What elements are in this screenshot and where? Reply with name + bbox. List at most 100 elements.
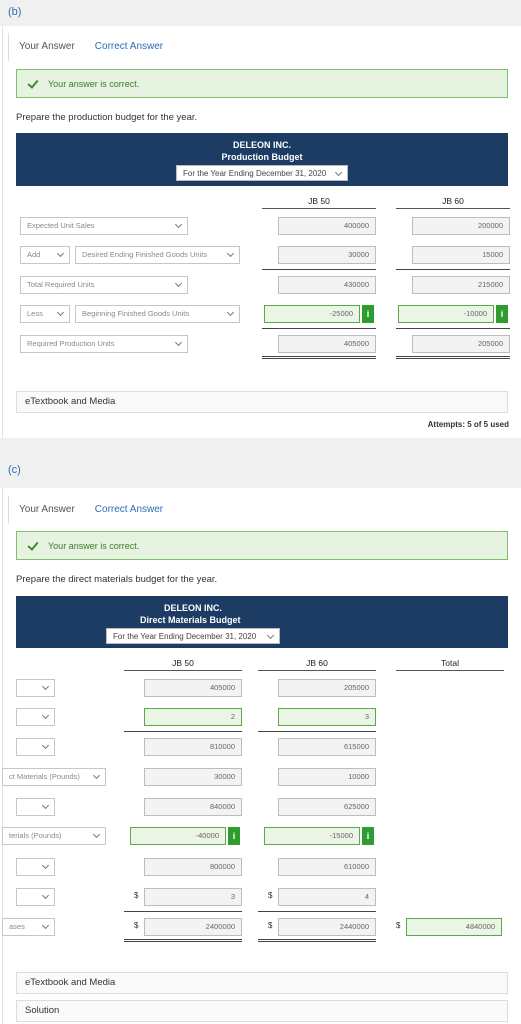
- budget-banner: DELEON INC. Production Budget For the Ye…: [16, 133, 508, 186]
- row-label-select[interactable]: Expected Unit Sales: [20, 217, 188, 235]
- column-header-jb60: JB 60: [258, 658, 376, 671]
- value-input[interactable]: 430000: [278, 276, 376, 294]
- chevron-down-icon: [41, 801, 50, 810]
- row-label-text: Expected Unit Sales: [27, 221, 95, 230]
- correct-status-box: Your answer is correct.: [16, 69, 508, 98]
- row-label-select[interactable]: Desired Ending Finished Goods Units: [75, 246, 240, 264]
- row-label-select[interactable]: [16, 888, 55, 906]
- value-input[interactable]: 800000: [144, 858, 242, 876]
- row-label-select[interactable]: ases: [2, 918, 55, 936]
- dollar-sign: $: [134, 891, 139, 900]
- etextbook-media-link[interactable]: eTextbook and Media: [16, 391, 508, 413]
- info-icon[interactable]: i: [362, 827, 374, 845]
- chevron-down-icon: [41, 921, 50, 930]
- value-input[interactable]: 400000: [278, 217, 376, 235]
- dollar-sign: $: [268, 921, 273, 930]
- correct-status-box: Your answer is correct.: [16, 531, 508, 560]
- value-input[interactable]: 2: [144, 708, 242, 726]
- period-select[interactable]: For the Year Ending December 31, 2020: [106, 628, 280, 644]
- value-input[interactable]: 810000: [144, 738, 242, 756]
- row-label-select[interactable]: Required Production Units: [20, 335, 188, 353]
- chevron-down-icon: [56, 249, 65, 258]
- row-label-select[interactable]: Beginning Finished Goods Units: [75, 305, 240, 323]
- row-label-select[interactable]: [16, 708, 55, 726]
- value-input[interactable]: 4840000: [406, 918, 502, 936]
- chevron-down-icon: [226, 249, 235, 258]
- value-input[interactable]: 2400000: [144, 918, 242, 936]
- row-label-select[interactable]: [16, 738, 55, 756]
- total-rule: [262, 356, 376, 357]
- question-prompt: Prepare the direct materials budget for …: [16, 574, 218, 585]
- budget-title: Direct Materials Budget: [140, 615, 241, 625]
- subtotal-rule: [258, 731, 376, 732]
- row-label-select[interactable]: terials (Pounds): [2, 827, 106, 845]
- value-input[interactable]: 3: [144, 888, 242, 906]
- budget-title: Production Budget: [221, 152, 303, 162]
- total-rule: [258, 939, 376, 940]
- etextbook-media-link[interactable]: eTextbook and Media: [16, 972, 508, 994]
- column-header-jb50: JB 50: [262, 196, 376, 209]
- info-icon[interactable]: i: [496, 305, 508, 323]
- row-label-text: Beginning Finished Goods Units: [82, 309, 190, 318]
- row-label-select[interactable]: [16, 798, 55, 816]
- value-input[interactable]: -40000: [130, 827, 226, 845]
- row-label-text: Desired Ending Finished Goods Units: [82, 250, 208, 259]
- value-input[interactable]: 205000: [278, 679, 376, 697]
- value-input[interactable]: 615000: [278, 738, 376, 756]
- chevron-down-icon: [92, 771, 101, 780]
- budget-banner: DELEON INC. Direct Materials Budget For …: [16, 596, 508, 648]
- row-prefix-select[interactable]: Less: [20, 305, 70, 323]
- value-input[interactable]: -25000: [264, 305, 360, 323]
- row-label-select[interactable]: [16, 679, 55, 697]
- period-select-value: For the Year Ending December 31, 2020: [113, 632, 257, 641]
- row-prefix-select[interactable]: Add: [20, 246, 70, 264]
- chevron-down-icon: [41, 891, 50, 900]
- value-input[interactable]: 405000: [144, 679, 242, 697]
- chevron-down-icon: [174, 220, 183, 229]
- tab-correct-answer[interactable]: Correct Answer: [85, 496, 173, 524]
- value-input[interactable]: 30000: [144, 768, 242, 786]
- row-prefix-text: Add: [27, 250, 41, 259]
- dollar-sign: $: [396, 921, 401, 930]
- total-rule: [262, 358, 376, 359]
- tab-correct-answer[interactable]: Correct Answer: [85, 33, 173, 61]
- part-c-tabs: Your Answer Correct Answer: [8, 496, 173, 524]
- value-input[interactable]: 4: [278, 888, 376, 906]
- value-input[interactable]: 625000: [278, 798, 376, 816]
- value-input[interactable]: 10000: [278, 768, 376, 786]
- period-select[interactable]: For the Year Ending December 31, 2020: [176, 165, 348, 181]
- value-input[interactable]: 215000: [412, 276, 510, 294]
- value-input[interactable]: 200000: [412, 217, 510, 235]
- value-input[interactable]: 205000: [412, 335, 510, 353]
- tab-your-answer[interactable]: Your Answer: [9, 496, 85, 524]
- chevron-down-icon: [41, 741, 50, 750]
- row-label-select[interactable]: ct Materials (Pounds): [2, 768, 106, 786]
- info-icon[interactable]: i: [362, 305, 374, 323]
- row-label-select[interactable]: Total Required Units: [20, 276, 188, 294]
- value-input[interactable]: 840000: [144, 798, 242, 816]
- row-label-select[interactable]: [16, 858, 55, 876]
- section-header-band: [0, 0, 521, 26]
- question-prompt: Prepare the production budget for the ye…: [16, 112, 198, 123]
- info-icon[interactable]: i: [228, 827, 240, 845]
- value-input[interactable]: -10000: [398, 305, 494, 323]
- company-name: DELEON INC.: [232, 140, 291, 150]
- value-input[interactable]: -15000: [264, 827, 360, 845]
- value-input[interactable]: 610000: [278, 858, 376, 876]
- subtotal-rule: [262, 328, 376, 329]
- value-input[interactable]: 15000: [412, 246, 510, 264]
- company-name: DELEON INC.: [164, 603, 223, 613]
- chevron-down-icon: [56, 308, 65, 317]
- solution-link[interactable]: Solution: [16, 1000, 508, 1022]
- tab-your-answer[interactable]: Your Answer: [9, 33, 85, 61]
- value-input[interactable]: 405000: [278, 335, 376, 353]
- value-input[interactable]: 3: [278, 708, 376, 726]
- subtotal-rule: [258, 911, 376, 912]
- value-input[interactable]: 2440000: [278, 918, 376, 936]
- column-header-jb50: JB 50: [124, 658, 242, 671]
- checkmark-icon: [27, 540, 38, 551]
- row-prefix-text: Less: [27, 309, 43, 318]
- subtotal-rule: [124, 731, 242, 732]
- chevron-down-icon: [92, 830, 101, 839]
- value-input[interactable]: 30000: [278, 246, 376, 264]
